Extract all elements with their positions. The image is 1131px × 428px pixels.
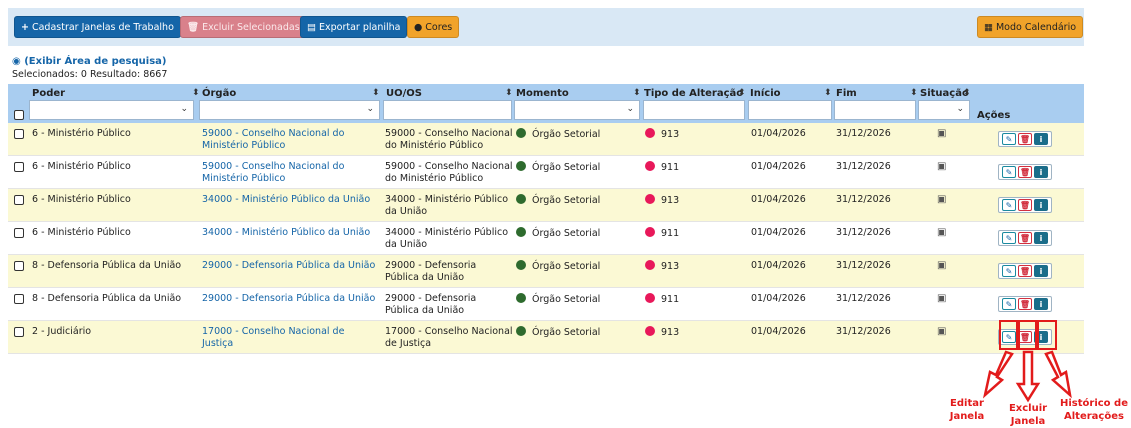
arrow-history [1044, 350, 1072, 399]
arrow-edit [982, 350, 1014, 399]
annotation-history-label: Histórico de Alterações [1060, 398, 1128, 422]
annotation-delete-label: Excluir Janela [1008, 403, 1048, 427]
annotation-edit-label: Editar Janela [949, 398, 985, 422]
annotation-arrows [982, 350, 1072, 403]
arrow-delete [1015, 350, 1041, 403]
